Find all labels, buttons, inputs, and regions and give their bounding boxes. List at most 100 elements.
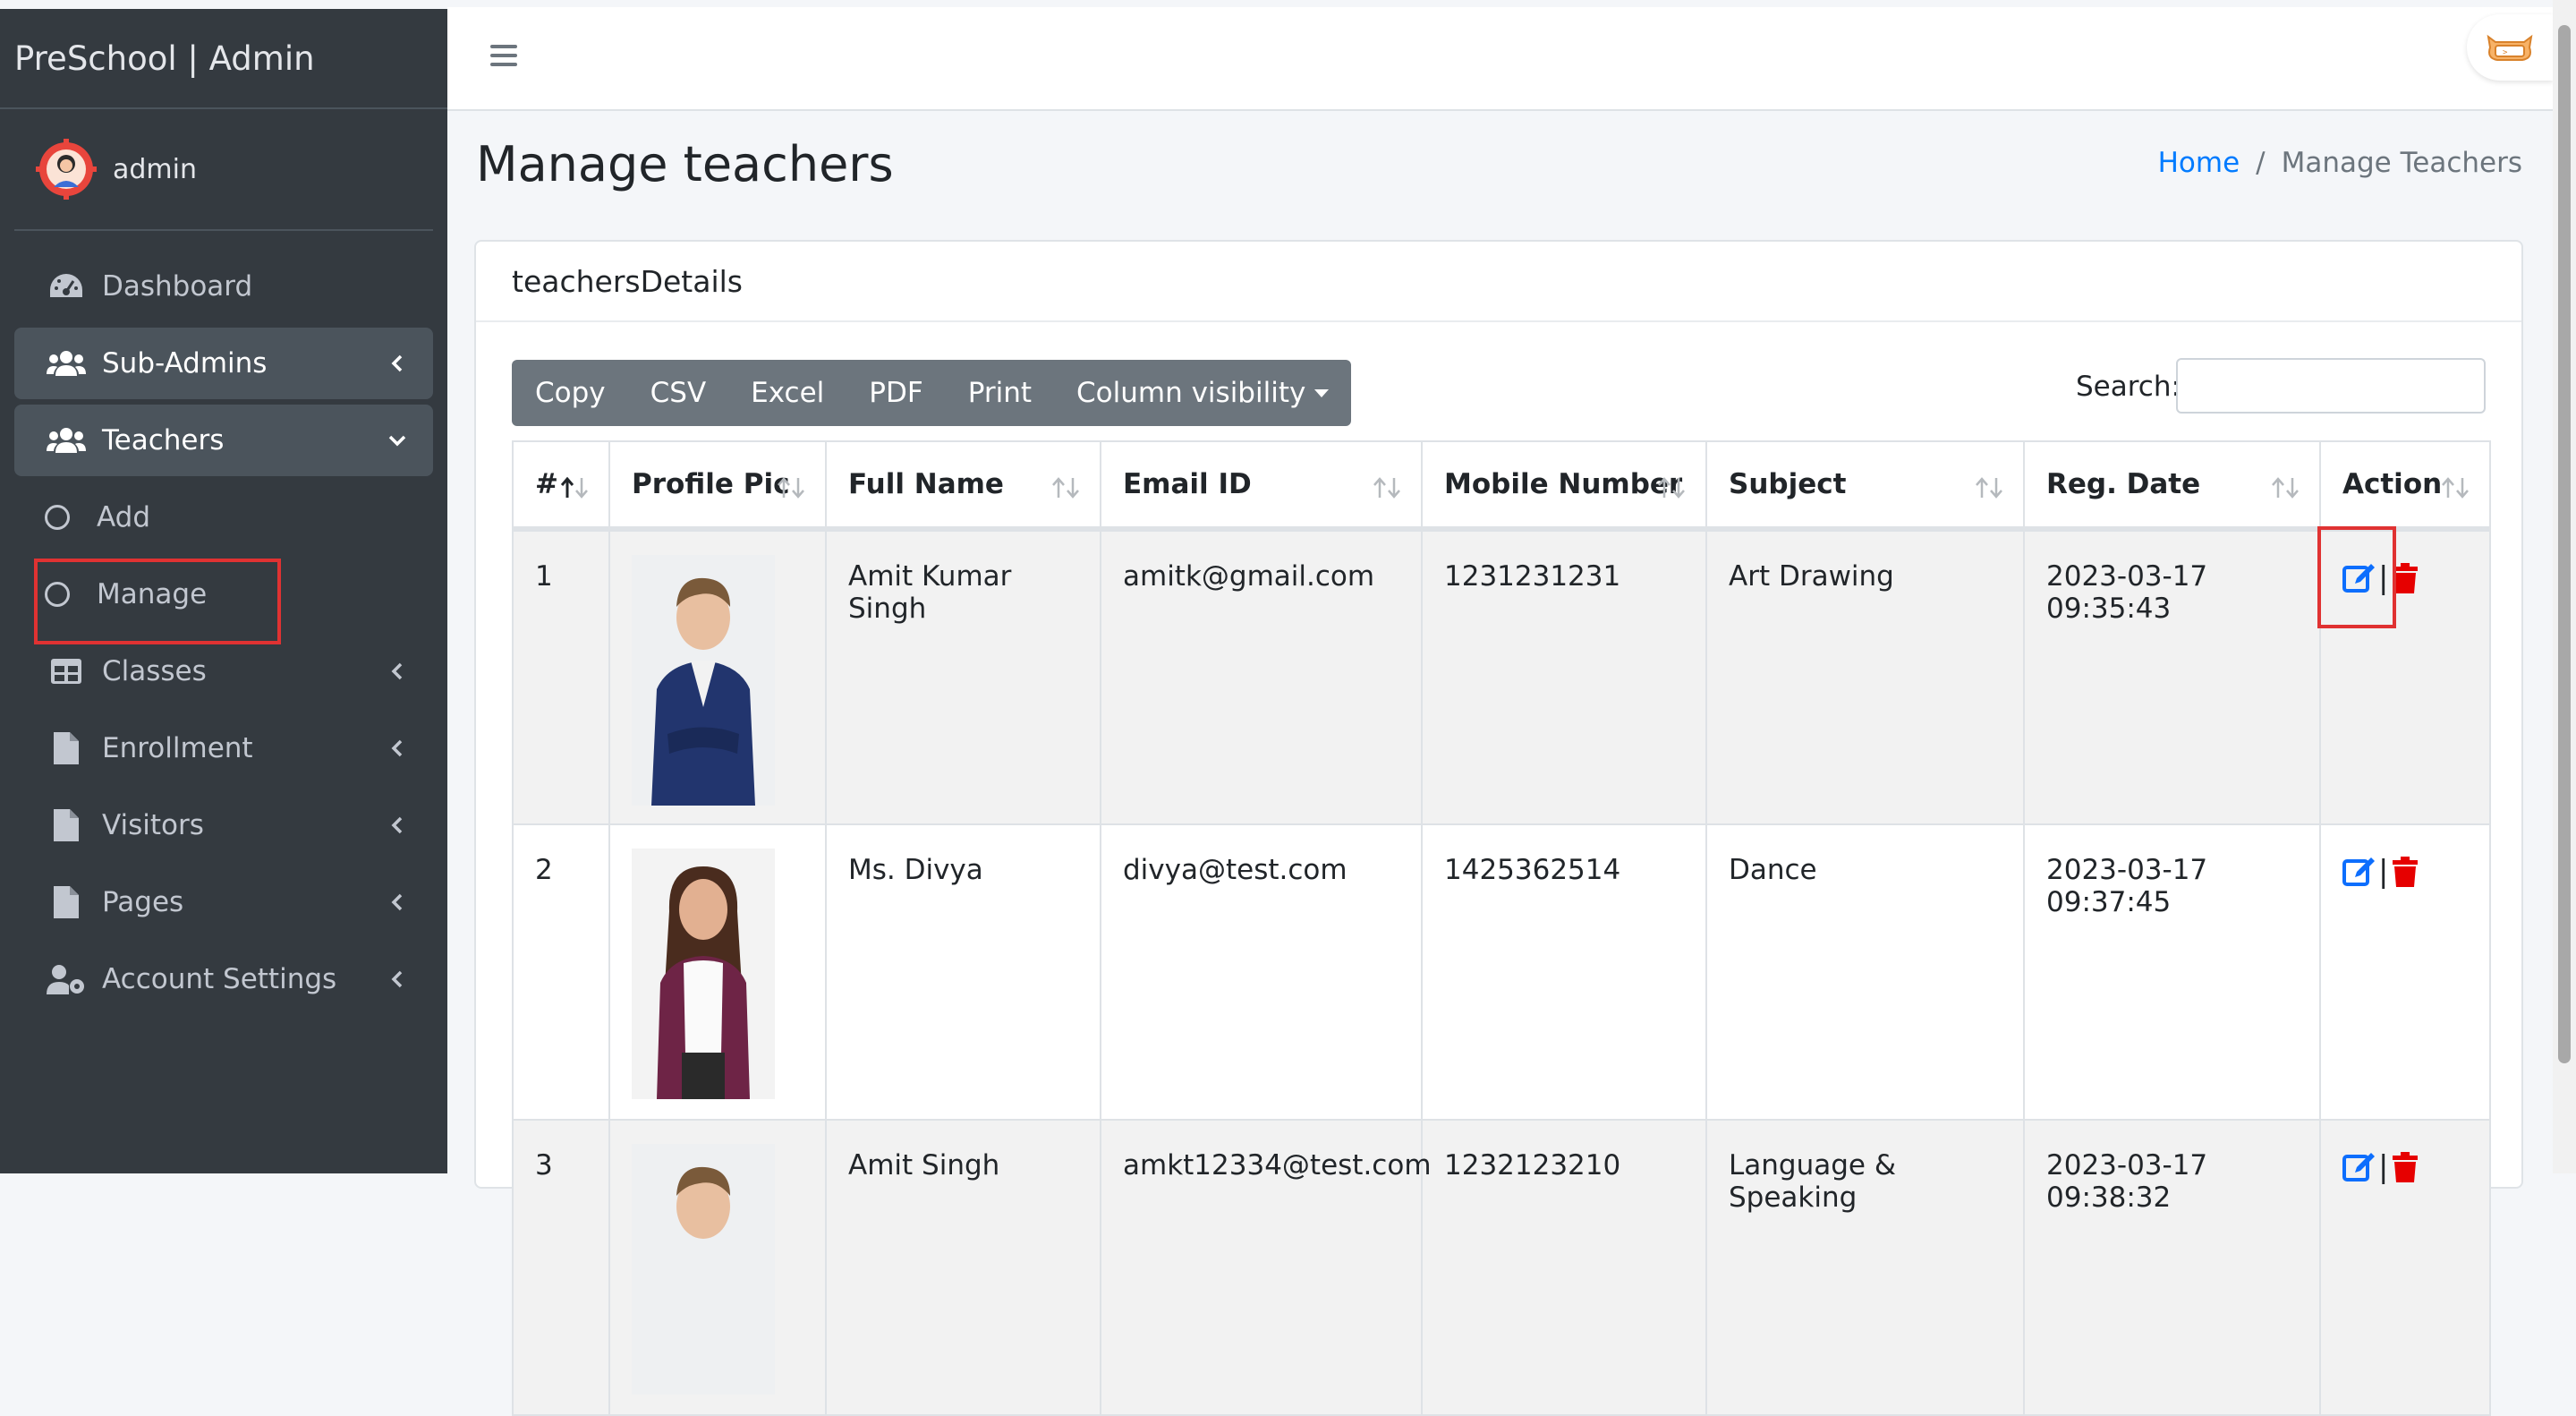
sidebar-item-teachers[interactable]: Teachers — [14, 405, 433, 476]
chevron-left-icon — [391, 662, 403, 680]
column-header-action[interactable]: Action — [2319, 440, 2491, 532]
action-separator: | — [2378, 1149, 2389, 1185]
sidebar-item-dashboard[interactable]: Dashboard — [14, 251, 433, 322]
username[interactable]: admin — [113, 154, 197, 185]
column-header-reg-date[interactable]: Reg. Date — [2023, 440, 2321, 532]
sidebar-item-visitors[interactable]: Visitors — [14, 789, 433, 861]
sort-icon — [1373, 477, 1400, 499]
cell-subject: Dance — [1705, 823, 2025, 1121]
cell-profile-pic — [608, 823, 827, 1121]
cell-profile-pic — [608, 1119, 827, 1416]
teacher-photo — [632, 849, 775, 1099]
menu-toggle-icon[interactable] — [490, 45, 517, 66]
dashboard-icon — [47, 270, 86, 303]
breadcrumb-home-link[interactable]: Home — [2158, 147, 2240, 179]
column-header-email[interactable]: Email ID — [1100, 440, 1423, 532]
sidebar-item-label: Dashboard — [102, 270, 253, 303]
cell-action: | — [2319, 1119, 2491, 1416]
sort-asc-icon — [560, 476, 588, 499]
sidebar-item-add[interactable]: Add — [14, 482, 433, 553]
sidebar-item-label: Teachers — [102, 424, 225, 456]
column-header-full-name[interactable]: Full Name — [825, 440, 1101, 532]
chevron-left-icon — [391, 816, 403, 834]
table-header-row: # Profile Pic Full Name Email ID Mobile … — [512, 440, 2491, 532]
cell-mobile: 1232123210 — [1421, 1119, 1707, 1416]
action-separator: | — [2378, 854, 2389, 890]
sidebar: PreSchool | Admin admin Dashboard Sub-Ad… — [0, 9, 447, 1173]
svg-text:>_: >_ — [2503, 48, 2512, 57]
edit-icon[interactable] — [2342, 856, 2375, 888]
sidebar-item-account-settings[interactable]: Account Settings — [14, 943, 433, 1015]
column-header-label: Profile Pic — [632, 468, 790, 500]
brand-logo[interactable]: PreSchool | Admin — [0, 9, 447, 109]
extension-icon[interactable]: >_ — [2467, 14, 2553, 81]
cell-full-name: Amit Kumar Singh — [825, 528, 1101, 825]
file-icon — [47, 809, 86, 841]
sidebar-item-label: Visitors — [102, 809, 204, 841]
cell-full-name: Ms. Divya — [825, 823, 1101, 1121]
highlight-edit-action — [2317, 526, 2396, 628]
column-header-profile-pic[interactable]: Profile Pic — [608, 440, 827, 532]
sidebar-item-label: Classes — [102, 655, 207, 687]
sidebar-item-sub-admins[interactable]: Sub-Admins — [14, 328, 433, 399]
chevron-left-icon — [391, 893, 403, 911]
teacher-photo — [632, 555, 775, 806]
table-icon — [47, 655, 86, 687]
user-avatar[interactable] — [36, 139, 97, 200]
table-row: 3 Amit Singh amkt12334@test.com 12321232… — [512, 1119, 2491, 1416]
cell-number: 1 — [512, 528, 610, 825]
search-input[interactable] — [2176, 358, 2486, 414]
pdf-button[interactable]: PDF — [846, 360, 945, 426]
cell-email: amkt12334@test.com — [1100, 1119, 1432, 1416]
cell-reg-date: 2023-03-17 09:37:45 — [2023, 823, 2321, 1121]
sidebar-item-label: Pages — [102, 886, 184, 918]
copy-button[interactable]: Copy — [512, 360, 628, 426]
trash-icon[interactable] — [2392, 857, 2419, 887]
users-icon — [47, 347, 86, 380]
column-visibility-label: Column visibility — [1076, 377, 1306, 409]
sidebar-item-enrollment[interactable]: Enrollment — [14, 712, 433, 784]
table-row: 2 Ms. Divya divya@test.com 1425362514 Da… — [512, 823, 2491, 1121]
cell-subject: Art Drawing — [1705, 528, 2025, 825]
column-visibility-button[interactable]: Column visibility — [1054, 360, 1351, 426]
card-title: teachersDetails — [476, 242, 2521, 322]
page-title: Manage teachers — [476, 136, 894, 192]
sidebar-item-classes[interactable]: Classes — [14, 635, 433, 707]
sort-icon — [2442, 477, 2469, 499]
cell-mobile: 1231231231 — [1421, 528, 1707, 825]
csv-button[interactable]: CSV — [628, 360, 729, 426]
sidebar-item-label: Account Settings — [102, 963, 337, 995]
sidebar-item-label: Enrollment — [102, 732, 253, 764]
user-panel: admin — [14, 109, 433, 231]
cell-profile-pic — [608, 528, 827, 825]
user-gear-icon — [47, 963, 86, 995]
cell-reg-date: 2023-03-17 09:38:32 — [2023, 1119, 2321, 1416]
column-header-label: Reg. Date — [2046, 468, 2201, 500]
column-header-label: Full Name — [848, 468, 1004, 500]
breadcrumb-current: Manage Teachers — [2281, 147, 2522, 179]
column-header-number[interactable]: # — [512, 440, 610, 532]
column-header-label: Mobile Number — [1444, 468, 1683, 500]
search-label: Search: — [2076, 371, 2181, 403]
trash-icon[interactable] — [2392, 1152, 2419, 1182]
cell-number: 3 — [512, 1119, 610, 1416]
sidebar-item-pages[interactable]: Pages — [14, 866, 433, 938]
cell-mobile: 1425362514 — [1421, 823, 1707, 1121]
edit-icon[interactable] — [2342, 1151, 2375, 1183]
chevron-left-icon — [391, 970, 403, 988]
scrollbar[interactable] — [2553, 0, 2576, 1173]
column-header-mobile[interactable]: Mobile Number — [1421, 440, 1707, 532]
teachers-table: # Profile Pic Full Name Email ID Mobile … — [512, 440, 2491, 1416]
column-header-subject[interactable]: Subject — [1705, 440, 2025, 532]
excel-button[interactable]: Excel — [728, 360, 846, 426]
breadcrumb-separator: / — [2256, 147, 2266, 179]
teacher-photo — [632, 1144, 775, 1395]
caret-down-icon — [1314, 388, 1330, 397]
chevron-left-icon — [391, 739, 403, 757]
scrollbar-thumb[interactable] — [2558, 25, 2571, 1063]
file-icon — [47, 886, 86, 918]
breadcrumb: Home / Manage Teachers — [2158, 147, 2522, 179]
teachers-card: teachersDetails Copy CSV Excel PDF Print… — [474, 240, 2523, 1416]
cell-subject: Language & Speaking — [1705, 1119, 2025, 1416]
print-button[interactable]: Print — [946, 360, 1054, 426]
